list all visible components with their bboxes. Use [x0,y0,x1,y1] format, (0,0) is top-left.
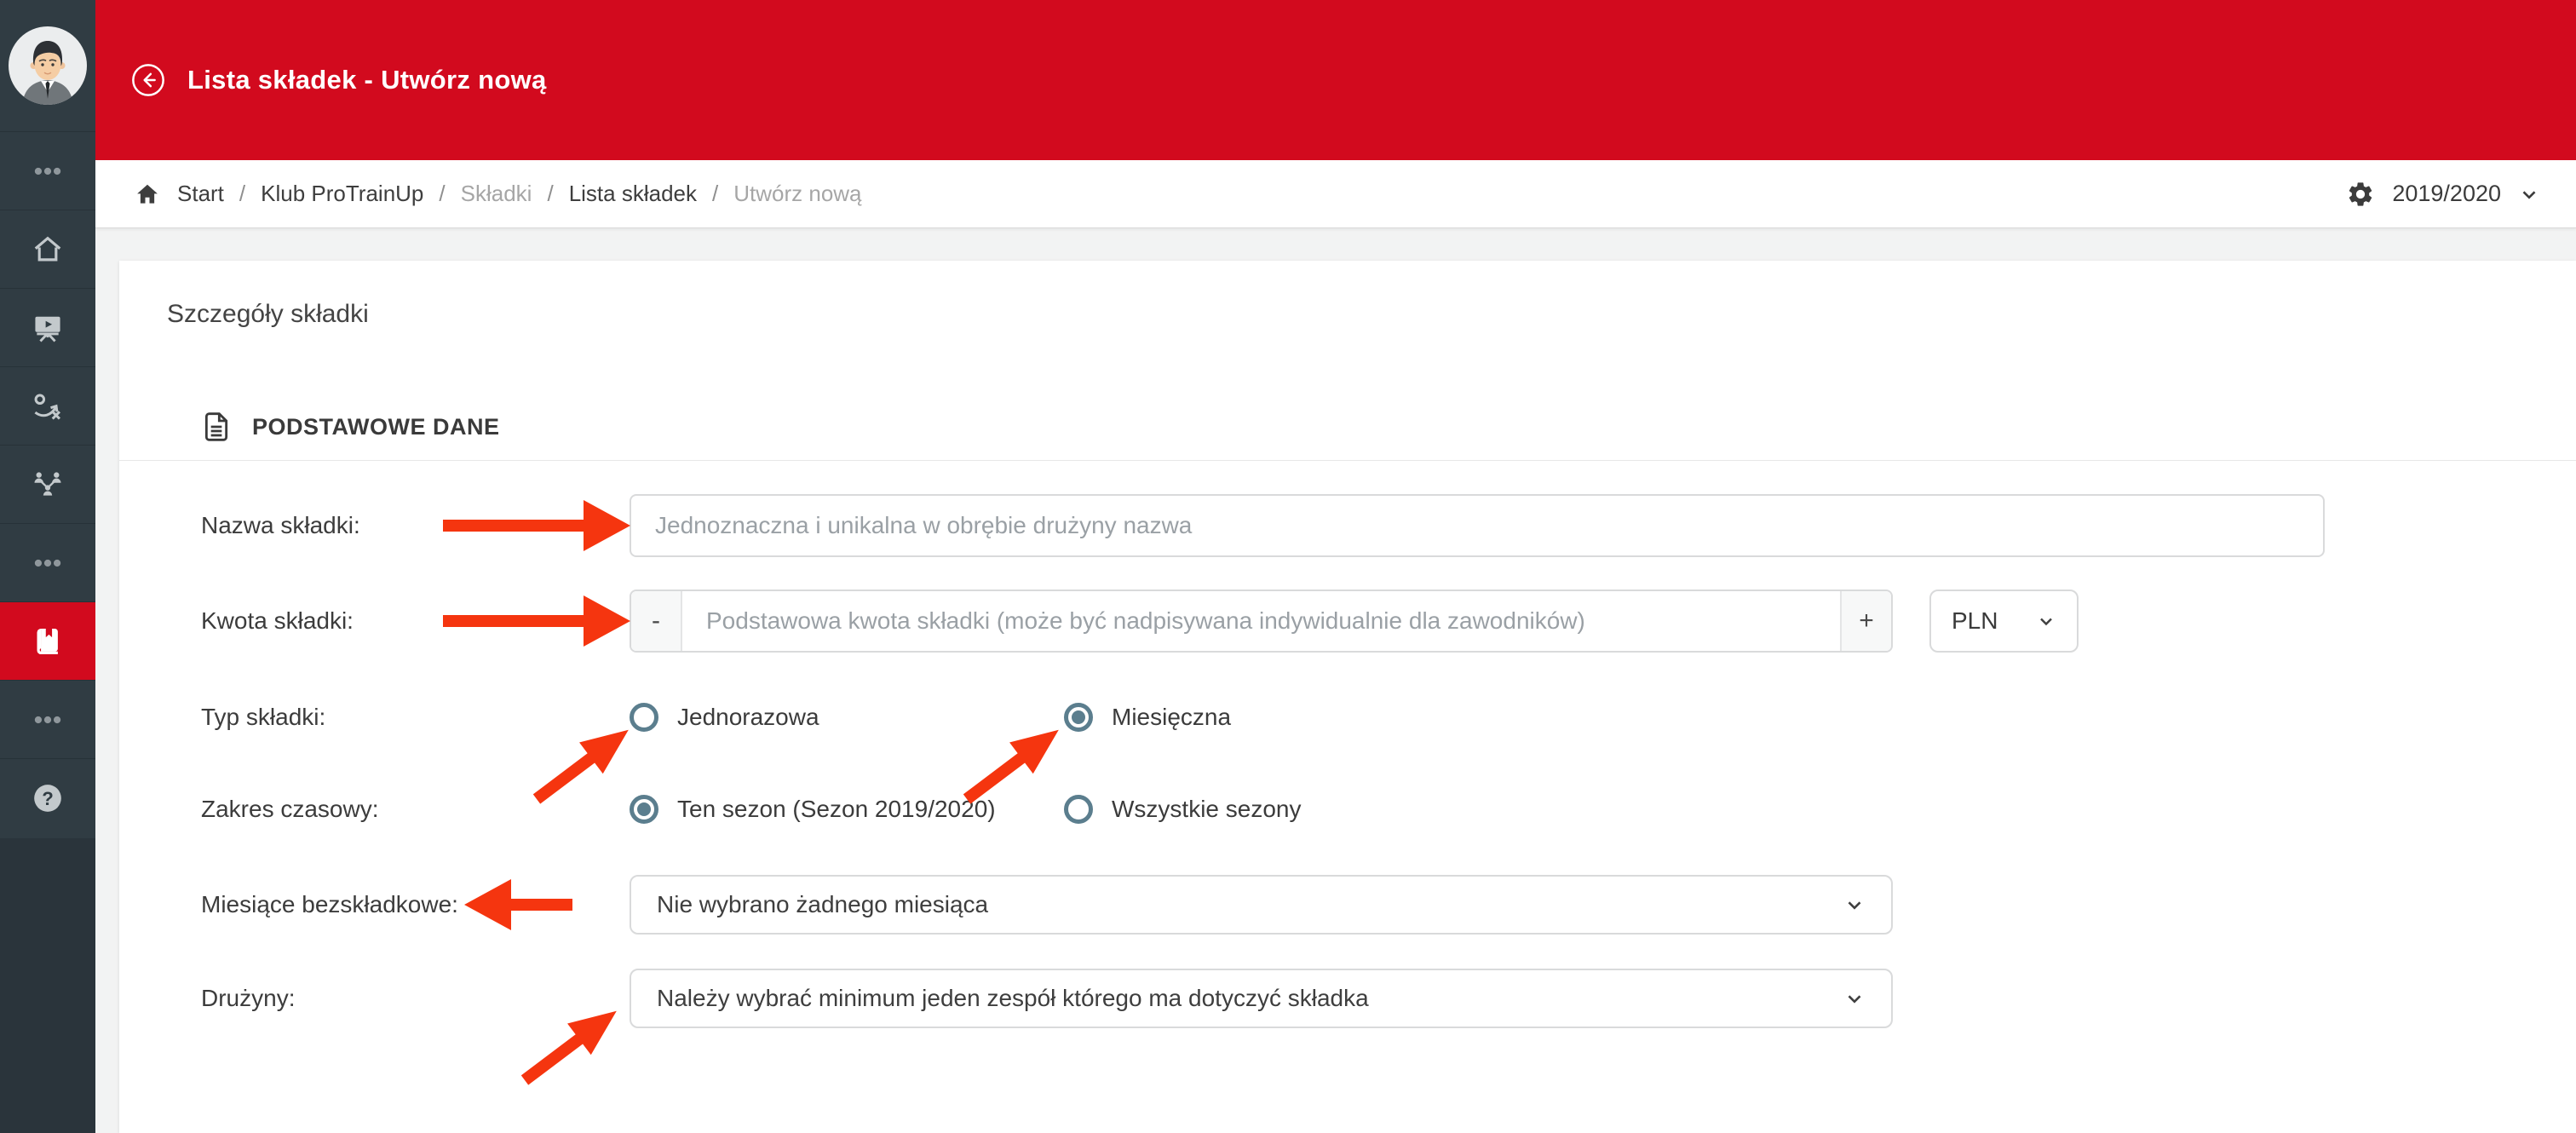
sidebar-item-menu-group-3[interactable] [0,681,95,759]
back-arrow-icon [132,64,164,96]
sidebar-footer-space [0,838,95,1133]
breadcrumb-item-fee-list[interactable]: Lista składek [569,181,697,207]
sidebar-item-fees[interactable] [0,602,95,681]
sidebar: ? [0,0,95,1133]
radio-monthly-label: Miesięczna [1112,704,1232,730]
amount-field-label: Kwota składki: [201,607,354,634]
avatar-image [9,26,87,105]
breadcrumb-separator: / [439,181,446,206]
fees-book-icon [37,628,58,654]
section-header-basic-data: PODSTAWOWE DANE [199,397,500,457]
svg-text:?: ? [42,788,54,809]
training-board-icon [35,316,60,342]
form-row-months: Miesiące bezskładkowe: Nie wybrano żadne… [201,875,2542,935]
gear-icon [2349,181,2372,206]
form-row-type: Typ składki: Jednorazowa Miesięczna [201,692,2542,743]
radio-all-seasons[interactable] [1064,795,1093,824]
radio-this-season-label: Ten sezon (Sezon 2019/2020) [677,796,996,822]
user-avatar[interactable] [0,0,95,132]
document-icon [204,412,228,441]
teams-select[interactable]: Należy wybrać minimum jeden zespół które… [630,969,1893,1028]
teams-select-value: Należy wybrać minimum jeden zespół które… [657,985,1369,1011]
chevron-down-icon [2040,618,2052,626]
fee-amount-input[interactable] [682,591,1840,651]
radio-one-time-label: Jednorazowa [677,704,819,730]
form-row-range: Zakres czasowy: Ten sezon (Sezon 2019/20… [201,784,2542,835]
sidebar-item-trainings[interactable] [0,289,95,367]
menu-dots-icon [34,716,61,723]
breadcrumb-bar: Start / Klub ProTrainUp / Składki / List… [95,160,2576,228]
menu-dots-icon [34,167,61,175]
currency-select[interactable]: PLN [1929,590,2079,653]
range-option-all-seasons: Wszystkie sezony [1064,795,1302,824]
sidebar-item-team-structure[interactable] [0,446,95,524]
fee-details-card: Szczegóły składki PODSTAWOWE DANE Nazwa … [119,261,2576,1133]
teams-field-label: Drużyny: [201,985,296,1011]
home-icon [34,236,61,261]
team-structure-icon [34,471,61,496]
type-option-one-time: Jednorazowa [630,703,1064,732]
range-field-label: Zakres czasowy: [201,796,379,822]
breadcrumb-item-club[interactable]: Klub ProTrainUp [261,181,423,207]
sidebar-item-menu-group-2[interactable] [0,524,95,602]
page-header: Lista składek - Utwórz nową [95,0,2576,160]
amount-decrease-button[interactable]: - [631,591,682,651]
form-row-amount: Kwota składki: - + PLN [201,590,2542,653]
breadcrumb-item-fees[interactable]: Składki [461,181,532,207]
range-option-this-season: Ten sezon (Sezon 2019/2020) [630,795,1064,824]
fee-name-input[interactable] [630,494,2325,557]
breadcrumb-separator: / [239,181,246,206]
section-divider [119,460,2576,461]
months-select[interactable]: Nie wybrano żadnego miesiąca [630,875,1893,935]
season-label: 2019/2020 [2392,181,2501,206]
breadcrumb-home-icon[interactable] [135,181,160,207]
season-picker[interactable]: 2019/2020 [2346,180,2540,209]
sidebar-item-home[interactable] [0,210,95,289]
breadcrumb-item-create-new: Utwórz nową [733,181,862,206]
type-option-monthly: Miesięczna [1064,703,1231,732]
form-row-teams: Drużyny: Należy wybrać minimum jeden zes… [201,969,2542,1028]
chevron-down-icon [1848,995,1861,1004]
page-title: Lista składek - Utwórz nową [187,65,547,95]
months-select-value: Nie wybrano żadnego miesiąca [657,891,989,917]
breadcrumb-separator: / [712,181,719,206]
radio-this-season[interactable] [630,795,658,824]
chevron-down-icon [1848,901,1861,910]
sidebar-item-help[interactable]: ? [0,759,95,837]
back-button[interactable] [129,61,167,99]
months-field-label: Miesiące bezskładkowe: [201,891,458,917]
name-field-label: Nazwa składki: [201,512,360,538]
breadcrumb-item-start[interactable]: Start [177,181,224,207]
amount-stepper: - + [630,590,1893,653]
amount-increase-button[interactable]: + [1840,591,1891,651]
type-field-label: Typ składki: [201,704,326,730]
card-title: Szczegóły składki [167,300,369,328]
sidebar-item-tactics[interactable] [0,367,95,446]
chevron-down-icon [2522,190,2536,199]
radio-monthly[interactable] [1064,703,1093,732]
radio-all-seasons-label: Wszystkie sezony [1112,796,1302,822]
breadcrumb-separator: / [547,181,554,206]
section-title: PODSTAWOWE DANE [252,413,500,440]
tactics-icon [34,394,60,420]
form-row-name: Nazwa składki: [201,494,2542,557]
currency-value: PLN [1952,607,1998,634]
menu-dots-icon [34,559,61,566]
radio-one-time[interactable] [630,703,658,732]
sidebar-item-menu-group-1[interactable] [0,132,95,210]
help-icon: ? [34,785,61,812]
